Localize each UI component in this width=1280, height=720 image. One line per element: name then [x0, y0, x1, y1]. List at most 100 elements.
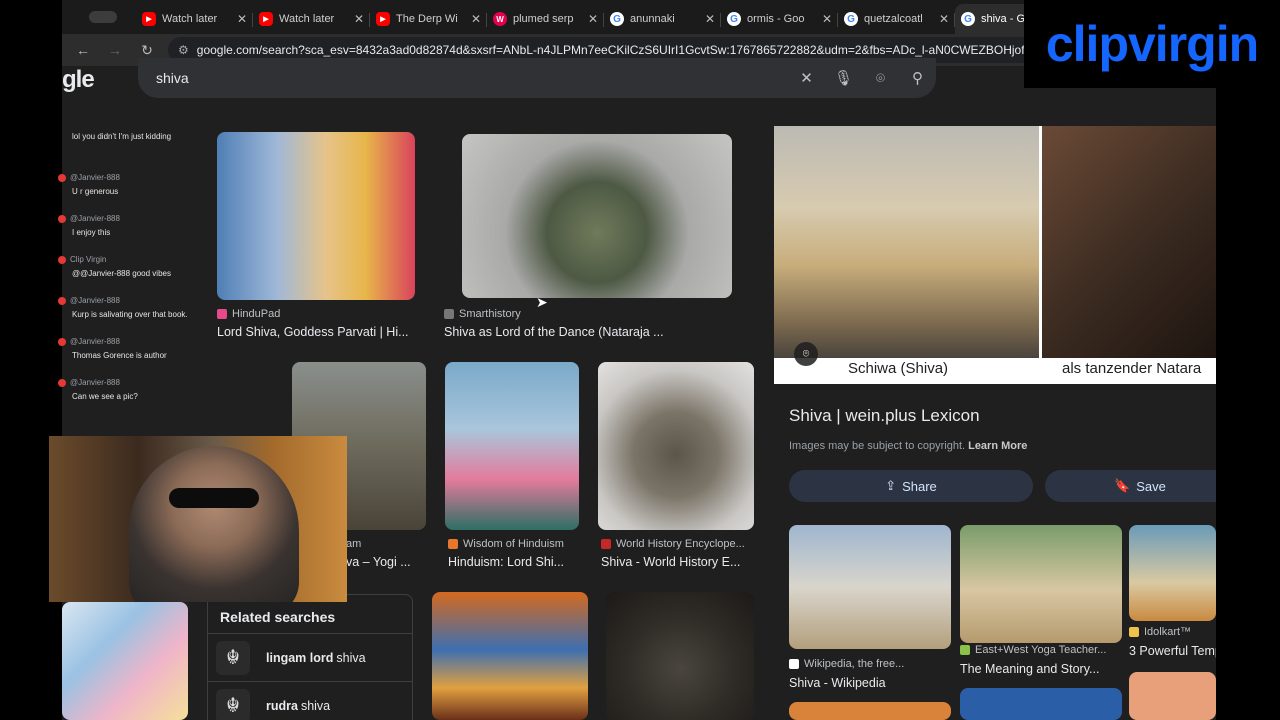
- google-icon: G: [844, 12, 858, 26]
- search-query[interactable]: shiva: [156, 70, 788, 86]
- tab-0[interactable]: Watch later✕: [136, 4, 253, 34]
- related-source[interactable]: Idolkart™: [1129, 626, 1191, 638]
- related-title[interactable]: 3 Powerful Temp: [1129, 644, 1216, 658]
- youtube-icon: [58, 214, 66, 223]
- result-title[interactable]: va – Yogi ...: [346, 555, 416, 569]
- clipvirgin-logo: clipvirgin: [1024, 0, 1280, 88]
- wiki-icon: W: [493, 12, 507, 26]
- close-tab-icon[interactable]: ✕: [822, 12, 832, 26]
- related-search-item[interactable]: ☬ rudra shiva: [208, 681, 412, 720]
- chat-message: Clip Virgin @@Janvier-888 good vibes: [50, 253, 266, 294]
- result-source[interactable]: World History Encyclope...: [601, 538, 745, 550]
- chat-message: @Janvier-888 Can we see a pic?: [50, 376, 266, 417]
- youtube-icon: [58, 378, 66, 387]
- result-title[interactable]: Shiva as Lord of the Dance (Nataraja ...: [444, 325, 684, 339]
- mouse-cursor-icon: ➤: [536, 294, 548, 310]
- related-image[interactable]: [789, 525, 951, 649]
- google-icon: G: [727, 12, 741, 26]
- related-searches: Related searches ☬ lingam lord shiva ☬ rudr…: [207, 594, 413, 720]
- lens-icon[interactable]: ⌾: [862, 70, 899, 87]
- google-logo[interactable]: gle: [62, 66, 95, 94]
- related-source[interactable]: East+West Yoga Teacher...: [960, 644, 1106, 656]
- mic-icon[interactable]: 🎙: [825, 69, 862, 87]
- tab-1[interactable]: Watch later✕: [253, 4, 370, 34]
- result-source[interactable]: am: [346, 538, 361, 550]
- related-image[interactable]: [1129, 525, 1216, 621]
- youtube-icon: [58, 173, 66, 182]
- share-icon: ⇪: [885, 478, 897, 493]
- streamer-figure: [129, 446, 299, 602]
- close-tab-icon[interactable]: ✕: [939, 12, 949, 26]
- forward-icon[interactable]: →: [104, 39, 126, 61]
- related-search-item[interactable]: ☬ lingam lord shiva: [208, 633, 412, 681]
- share-button[interactable]: ⇪ Share: [789, 470, 1033, 502]
- learn-more-link[interactable]: Learn More: [968, 440, 1027, 452]
- tab-4[interactable]: Ganunnaki ✕: [604, 4, 721, 34]
- google-icon: G: [610, 12, 624, 26]
- rudra-icon: ☬: [216, 688, 250, 720]
- related-image[interactable]: [960, 688, 1122, 720]
- youtube-icon: [58, 255, 66, 264]
- result-title[interactable]: Hinduism: Lord Shi...: [448, 555, 582, 569]
- result-image-dark-bronze[interactable]: [606, 592, 754, 720]
- wikipedia-icon: [789, 659, 799, 669]
- tab-2[interactable]: The Derp Wi✕: [370, 4, 487, 34]
- bookmark-icon: 🔖: [1114, 478, 1131, 493]
- save-button[interactable]: 🔖 Save: [1045, 470, 1216, 502]
- result-image-watercolor[interactable]: [62, 602, 188, 720]
- sunglasses: [169, 488, 259, 508]
- tab-group-chip[interactable]: [70, 4, 136, 30]
- favicon-icon: [448, 539, 458, 549]
- preview-image[interactable]: Schiwa (Shiva) als tanzender Natara ⌾: [774, 126, 1216, 384]
- preview-caption-right: als tanzender Natara: [1062, 360, 1202, 377]
- chat-message: lol you didn't I'm just kidding: [72, 132, 172, 141]
- chat-message: @Janvier-888 Thomas Gorence is author: [50, 335, 266, 376]
- close-tab-icon[interactable]: ✕: [705, 12, 715, 26]
- related-image[interactable]: [960, 525, 1122, 643]
- related-title[interactable]: Shiva - Wikipedia: [789, 676, 951, 690]
- tab-5[interactable]: Gormis - Goo ✕: [721, 4, 838, 34]
- close-tab-icon[interactable]: ✕: [471, 12, 481, 26]
- favicon-icon: [444, 309, 454, 319]
- result-image-lotus-shiva[interactable]: [445, 362, 579, 530]
- preview-panel: Schiwa (Shiva) als tanzender Natara ⌾ Sh…: [774, 126, 1216, 720]
- youtube-icon: [376, 12, 390, 26]
- close-tab-icon[interactable]: ✕: [354, 12, 364, 26]
- tab-6[interactable]: Gquetzalcoatl ✕: [838, 4, 955, 34]
- tab-3[interactable]: Wplumed serp ✕: [487, 4, 604, 34]
- youtube-icon: [142, 12, 156, 26]
- related-source[interactable]: Wikipedia, the free...: [789, 658, 904, 670]
- search-icon[interactable]: ⚲: [899, 69, 936, 87]
- youtube-icon: [259, 12, 273, 26]
- favicon-icon: [601, 539, 611, 549]
- favicon-icon: [960, 645, 970, 655]
- result-image-bronze-nataraja[interactable]: [598, 362, 754, 530]
- site-info-icon[interactable]: ⚙: [178, 43, 189, 57]
- related-image[interactable]: [1129, 672, 1216, 720]
- chat-message: @Janvier-888 I enjoy this: [50, 212, 266, 253]
- preview-image-dancer: [1042, 126, 1216, 358]
- clear-icon[interactable]: ✕: [788, 69, 825, 87]
- copyright-note: Images may be subject to copyright. Learn…: [789, 440, 1028, 452]
- favicon-icon: [1129, 627, 1139, 637]
- preview-title[interactable]: Shiva | wein.plus Lexicon: [789, 406, 980, 426]
- related-title[interactable]: The Meaning and Story...: [960, 662, 1122, 676]
- google-icon: G: [961, 12, 975, 26]
- result-source[interactable]: Wisdom of Hinduism: [448, 538, 564, 550]
- preview-caption-left: Schiwa (Shiva): [848, 360, 949, 377]
- result-image-family[interactable]: [432, 592, 588, 720]
- result-image-nataraja[interactable]: [462, 134, 732, 298]
- url-text: google.com/search?sca_esv=8432a3ad0d8287…: [196, 43, 1040, 57]
- back-icon[interactable]: ←: [72, 39, 94, 61]
- related-image[interactable]: [789, 702, 951, 720]
- result-title[interactable]: Shiva - World History E...: [601, 555, 751, 569]
- close-tab-icon[interactable]: ✕: [588, 12, 598, 26]
- youtube-icon: [58, 337, 66, 346]
- lens-search-icon[interactable]: ⌾: [794, 342, 818, 366]
- close-tab-icon[interactable]: ✕: [237, 12, 247, 26]
- result-source[interactable]: Smarthistory: [444, 308, 521, 320]
- chat-message: @Janvier-888 U r generous: [50, 171, 266, 212]
- live-chat-overlay: lol you didn't I'm just kidding @Janvier…: [50, 130, 266, 417]
- webcam-overlay: [49, 436, 347, 602]
- search-input[interactable]: shiva ✕ 🎙 ⌾ ⚲: [138, 58, 936, 98]
